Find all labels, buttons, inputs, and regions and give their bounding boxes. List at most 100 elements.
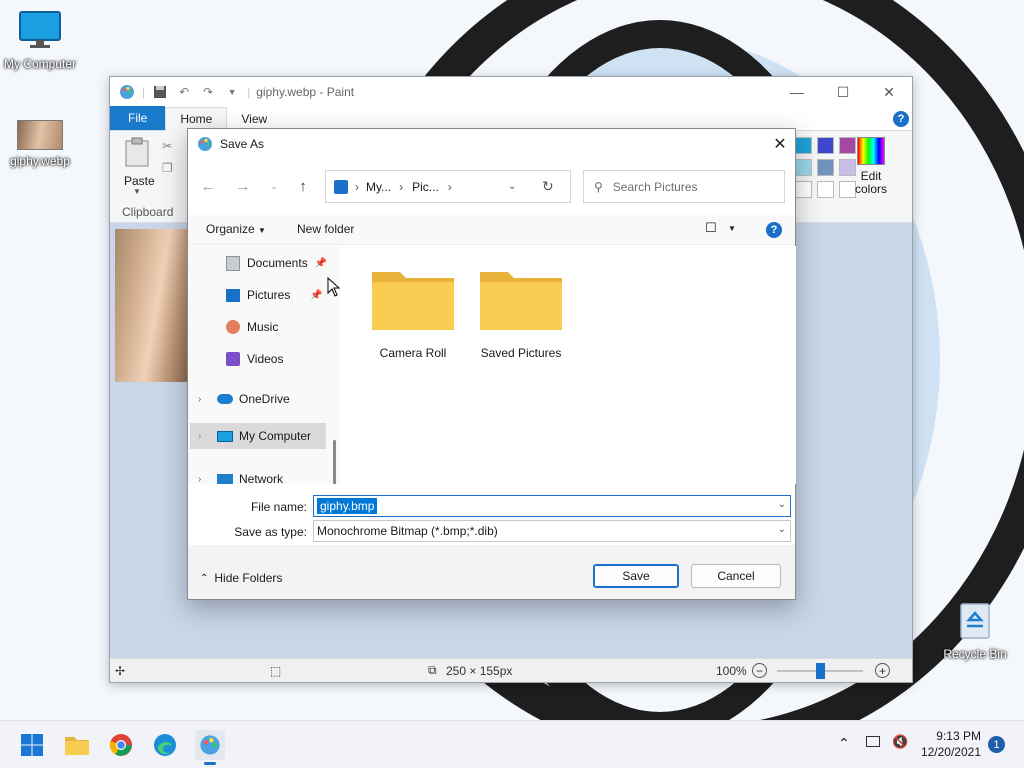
clipboard-group-label: Clipboard [122,205,174,219]
desktop-icon-giphy-webp[interactable]: giphy.webp [0,120,80,168]
start-button[interactable] [18,731,46,759]
breadcrumb-part-2[interactable]: Pic... [412,180,439,194]
save-button[interactable]: Save [593,564,679,588]
zoom-slider-thumb[interactable] [816,663,825,679]
edit-colors-label: Edit colors [850,170,892,196]
file-explorer-taskbar-button[interactable] [63,731,91,759]
network-status-icon[interactable] [866,736,880,747]
chevron-down-icon[interactable]: ⌄ [778,524,786,535]
expand-chevron-icon[interactable]: › [198,474,212,485]
address-bar[interactable]: › My... › Pic... › ⌄ ↻ [325,170,571,203]
nav-pane-scrollbar[interactable] [333,440,336,484]
chevron-down-icon: ▼ [258,226,266,235]
nav-item-pictures[interactable]: Pictures 📌 [226,282,323,308]
save-type-select[interactable]: Monochrome Bitmap (*.bmp;*.dib) ⌄ [313,520,791,542]
file-name-label: File name: [250,500,307,514]
notification-badge[interactable]: 1 [988,736,1005,753]
color-swatch[interactable] [817,137,834,154]
customize-quick-access-icon[interactable]: ▼ [223,83,241,101]
zoom-level: 100% [716,663,747,678]
canvas-image[interactable] [115,229,189,382]
paste-label: Paste [124,174,155,188]
desktop-icon-recycle-bin[interactable]: Recycle Bin [935,598,1015,661]
documents-icon [226,255,240,271]
address-dropdown-icon[interactable]: ⌄ [508,181,516,192]
nav-item-onedrive[interactable]: › OneDrive [188,386,328,412]
close-icon[interactable]: ✕ [765,129,795,159]
nav-item-documents[interactable]: Documents 📌 [226,250,327,276]
desktop-icon-label: Recycle Bin [943,647,1007,661]
new-folder-button[interactable]: New folder [297,222,354,236]
zoom-slider-track[interactable] [777,663,863,679]
nav-item-my-computer[interactable]: › My Computer [190,423,326,449]
back-icon[interactable]: ← [194,169,222,203]
nav-item-videos[interactable]: Videos [226,346,283,372]
chevron-up-icon: ⌃ [200,572,209,584]
undo-icon[interactable]: ↶ [175,83,193,101]
recent-locations-icon[interactable]: ⌄ [260,169,288,203]
cut-icon[interactable]: ✂ [162,139,172,153]
nav-item-network[interactable]: › Network [188,466,328,484]
minimize-icon[interactable]: — [774,77,820,107]
color-swatch[interactable] [817,159,834,176]
view-dropdown-icon[interactable]: ▼ [728,224,736,233]
edit-colors-button[interactable] [856,137,886,165]
help-icon[interactable]: ? [766,222,782,238]
videos-icon [226,352,240,366]
zoom-out-icon[interactable]: − [752,663,767,678]
paste-dropdown-icon[interactable]: ▼ [133,187,141,196]
zoom-in-icon[interactable]: + [875,663,890,678]
breadcrumb-part-1[interactable]: My... [366,180,391,194]
redo-icon[interactable]: ↷ [199,83,217,101]
chevron-up-icon[interactable]: ⌃ [838,735,850,752]
clock-time[interactable]: 9:13 PM [915,729,981,743]
paint-status-bar: ✢ ⬚ ⧉ 250 × 155px 100% − + [110,658,912,682]
chevron-down-icon[interactable]: ⌄ [778,499,786,510]
expand-chevron-icon[interactable]: › [198,394,212,405]
file-name-input[interactable]: giphy.bmp ⌄ [313,495,791,517]
expand-chevron-icon[interactable]: › [198,431,212,442]
tab-view[interactable]: View [227,108,281,130]
pin-icon[interactable]: 📌 [310,290,322,301]
copy-icon[interactable]: ❐ [162,161,173,175]
color-swatch[interactable] [795,159,812,176]
paste-button[interactable] [122,137,152,170]
hide-folders-button[interactable]: ⌃ Hide Folders [200,571,282,585]
desktop-icon-label: giphy.webp [10,154,70,168]
refresh-icon[interactable]: ↻ [542,178,554,195]
color-swatch[interactable] [795,137,812,154]
image-file-icon [17,120,63,150]
paint-help-icon[interactable]: ? [893,111,909,127]
organize-button[interactable]: Organize ▼ [206,222,266,236]
breadcrumb-separator-icon: › [447,179,452,194]
chrome-taskbar-button[interactable] [107,731,135,759]
pin-icon[interactable]: 📌 [315,258,327,269]
taskbar: ⌃ 🔇 9:13 PM 12/20/2021 [0,720,1024,768]
folder-saved-pictures[interactable]: Saved Pictures [466,266,576,360]
paint-taskbar-button[interactable] [195,730,225,765]
nav-item-music[interactable]: Music [226,314,278,340]
desktop-icon-my-computer[interactable]: My Computer [0,10,80,71]
up-icon[interactable]: ↑ [289,169,317,203]
nav-item-label: OneDrive [239,392,290,406]
cancel-button[interactable]: Cancel [691,564,781,588]
color-swatch[interactable] [795,181,812,198]
color-swatch[interactable] [839,137,856,154]
save-type-row: Save as type: Monochrome Bitmap (*.bmp;*… [188,520,795,544]
clock-date[interactable]: 12/20/2021 [905,745,981,759]
maximize-icon[interactable]: ☐ [820,77,866,107]
view-options-icon[interactable]: ☐ [705,220,717,236]
folder-camera-roll[interactable]: Camera Roll [358,266,468,360]
search-box[interactable]: ⚲ Search Pictures [583,170,785,203]
cloud-icon [217,394,233,404]
forward-icon[interactable]: → [229,169,257,203]
save-icon[interactable] [151,83,169,101]
paint-app-icon [196,135,214,153]
edge-taskbar-button[interactable] [151,731,179,759]
file-list[interactable]: Camera Roll Saved Pictures [342,246,796,484]
tab-file[interactable]: File [110,106,166,130]
close-icon[interactable]: ✕ [866,77,912,107]
navigation-row: ← → ⌄ ↑ › My... › Pic... › ⌄ ↻ ⚲ Search … [188,169,795,203]
color-swatch[interactable] [817,181,834,198]
file-name-value[interactable]: giphy.bmp [317,498,378,514]
